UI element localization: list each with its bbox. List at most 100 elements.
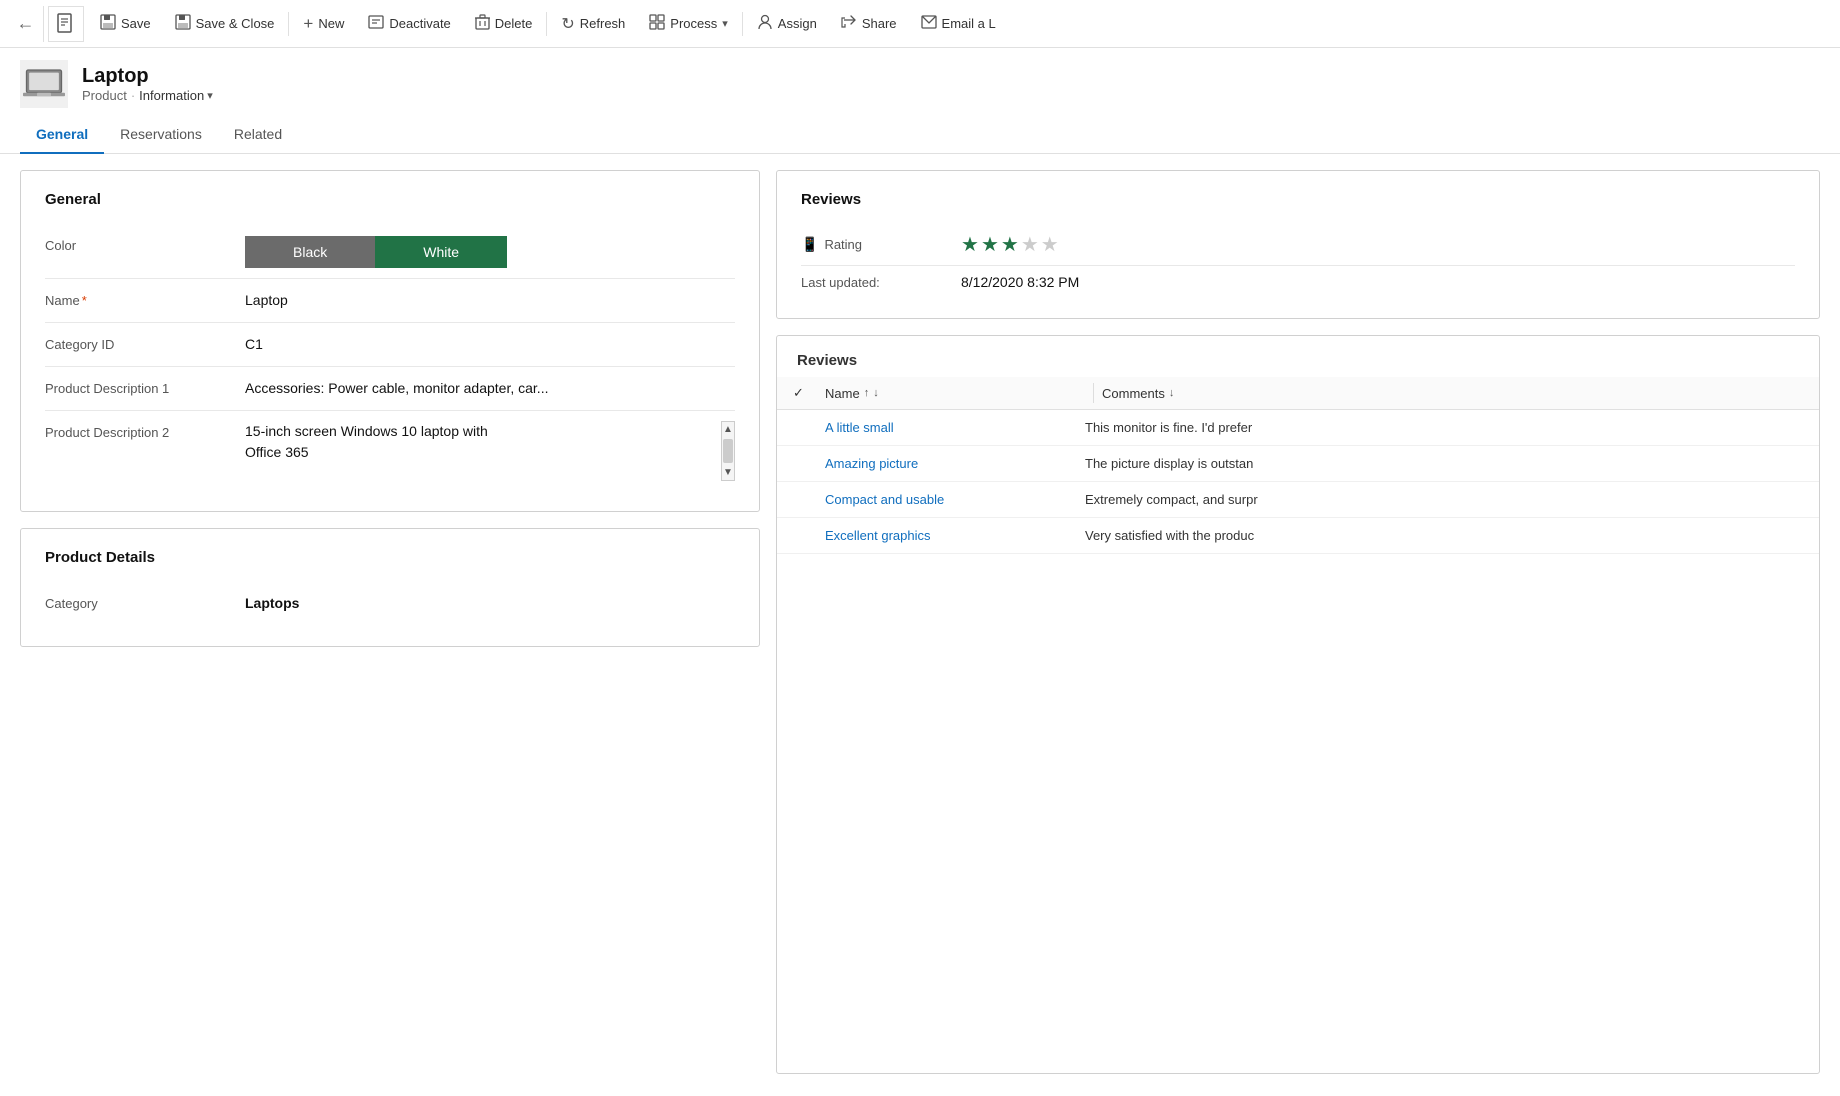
record-title-block: Laptop Product · Information ▾ <box>82 65 213 103</box>
row-name-4[interactable]: Excellent graphics <box>825 528 1085 543</box>
breadcrumb-view-dropdown[interactable]: Information ▾ <box>139 88 213 103</box>
product-desc2-field-row: Product Description 2 15-inch screen Win… <box>45 411 735 491</box>
assign-button[interactable]: Assign <box>745 8 829 40</box>
col-separator <box>1093 383 1094 403</box>
row-name-3[interactable]: Compact and usable <box>825 492 1085 507</box>
tab-related[interactable]: Related <box>218 116 298 154</box>
tab-general[interactable]: General <box>20 116 104 154</box>
email-button[interactable]: Email a L <box>909 9 1008 39</box>
table-row[interactable]: A little small This monitor is fine. I'd… <box>777 410 1819 446</box>
deactivate-icon <box>368 14 384 34</box>
save-close-button[interactable]: Save & Close <box>163 8 287 40</box>
reviews-table-card: Reviews ✓ Name ↑ ↓ Comments ↓ <box>776 335 1820 1074</box>
table-row[interactable]: Compact and usable Extremely compact, an… <box>777 482 1819 518</box>
toolbar-sep-1 <box>288 12 289 36</box>
refresh-button[interactable]: ↻ Refresh <box>549 8 637 40</box>
col-check-header[interactable]: ✓ <box>793 385 825 401</box>
save-close-label: Save & Close <box>196 16 275 31</box>
category-id-value[interactable]: C1 <box>245 333 735 355</box>
rating-label-text: Rating <box>824 237 862 252</box>
reviews-summary-card: Reviews 📱 Rating ★ ★ ★ ★ ★ <box>776 170 1820 319</box>
rating-stars: ★ ★ ★ ★ ★ <box>961 232 1795 257</box>
star-1: ★ <box>961 232 979 257</box>
color-black-button[interactable]: Black <box>245 236 375 268</box>
deactivate-label: Deactivate <box>389 16 450 31</box>
process-button[interactable]: Process ▾ <box>637 8 740 40</box>
back-button[interactable]: ← <box>8 6 44 42</box>
save-icon <box>100 14 116 34</box>
deactivate-button[interactable]: Deactivate <box>356 8 462 40</box>
row-name-1[interactable]: A little small <box>825 420 1085 435</box>
last-updated-value: 8/12/2020 8:32 PM <box>961 274 1079 290</box>
product-desc1-label: Product Description 1 <box>45 377 245 396</box>
refresh-icon: ↻ <box>561 14 574 34</box>
row-comment-1: This monitor is fine. I'd prefer <box>1085 420 1803 435</box>
rating-label: 📱 Rating <box>801 236 961 253</box>
category-field-row: Category Laptops <box>45 582 735 626</box>
tabs: General Reservations Related <box>0 116 1840 154</box>
toolbar-sep-3 <box>742 12 743 36</box>
checkmark-icon: ✓ <box>793 385 804 400</box>
process-label: Process <box>670 16 717 31</box>
row-comment-4: Very satisfied with the produc <box>1085 528 1803 543</box>
process-chevron[interactable]: ▾ <box>722 17 728 30</box>
reviews-table-title: Reviews <box>777 336 1819 377</box>
doc-icon[interactable] <box>48 6 84 42</box>
toolbar-sep-2 <box>546 12 547 36</box>
assign-icon <box>757 14 773 34</box>
process-icon <box>649 14 665 34</box>
refresh-label: Refresh <box>580 16 626 31</box>
col-comments-header: Comments ↓ <box>1102 386 1803 401</box>
reviews-table-col-headers: ✓ Name ↑ ↓ Comments ↓ <box>777 377 1819 410</box>
assign-label: Assign <box>778 16 817 31</box>
table-row[interactable]: Amazing picture The picture display is o… <box>777 446 1819 482</box>
share-icon <box>841 14 857 34</box>
product-details-section: Product Details Category Laptops <box>20 528 760 647</box>
new-label: New <box>318 16 344 31</box>
col-name-header: Name ↑ ↓ <box>825 386 1085 401</box>
record-title: Laptop <box>82 65 213 88</box>
share-label: Share <box>862 16 897 31</box>
category-id-label: Category ID <box>45 333 245 352</box>
row-comment-2: The picture display is outstan <box>1085 456 1803 471</box>
scroll-bar[interactable]: ▲ ▼ <box>721 421 735 481</box>
tab-reservations[interactable]: Reservations <box>104 116 218 154</box>
record-type-icon <box>20 60 68 108</box>
color-field-row: Color Black White <box>45 224 735 279</box>
new-button[interactable]: + New <box>291 8 356 40</box>
rating-row: 📱 Rating ★ ★ ★ ★ ★ <box>801 224 1795 266</box>
rating-icon: 📱 <box>801 236 818 253</box>
delete-button[interactable]: Delete <box>463 8 545 40</box>
save-button[interactable]: Save <box>88 8 163 40</box>
last-updated-label: Last updated: <box>801 275 961 290</box>
col-comments-sort[interactable]: ↓ <box>1169 387 1175 399</box>
product-details-title: Product Details <box>45 549 735 566</box>
delete-label: Delete <box>495 16 533 31</box>
col-comments-label: Comments <box>1102 386 1165 401</box>
col-name-label: Name <box>825 386 860 401</box>
name-value[interactable]: Laptop <box>245 289 735 311</box>
stars-container: ★ ★ ★ ★ ★ <box>961 232 1795 257</box>
table-row[interactable]: Excellent graphics Very satisfied with t… <box>777 518 1819 554</box>
product-desc2-wrapper: 15-inch screen Windows 10 laptop withOff… <box>245 421 735 481</box>
product-desc2-value[interactable]: 15-inch screen Windows 10 laptop withOff… <box>245 421 721 463</box>
col-name-sort-desc[interactable]: ↓ <box>873 387 879 399</box>
name-label: Name* <box>45 289 245 308</box>
category-field-value[interactable]: Laptops <box>245 592 735 614</box>
col-name-sort-asc[interactable]: ↑ <box>864 387 870 399</box>
general-section: General Color Black White Name* Laptop <box>20 170 760 512</box>
last-updated-row: Last updated: 8/12/2020 8:32 PM <box>801 266 1795 298</box>
general-section-title: General <box>45 191 735 208</box>
main-content: General Color Black White Name* Laptop <box>0 154 1840 1090</box>
right-column: Reviews 📱 Rating ★ ★ ★ ★ ★ <box>776 170 1820 1074</box>
product-desc1-value[interactable]: Accessories: Power cable, monitor adapte… <box>245 377 735 399</box>
email-icon <box>921 15 937 33</box>
share-button[interactable]: Share <box>829 8 909 40</box>
row-comment-3: Extremely compact, and surpr <box>1085 492 1803 507</box>
email-label: Email a L <box>942 16 996 31</box>
scroll-down-arrow[interactable]: ▼ <box>721 465 735 480</box>
row-name-2[interactable]: Amazing picture <box>825 456 1085 471</box>
breadcrumb-entity: Product <box>82 88 127 103</box>
scroll-up-arrow[interactable]: ▲ <box>721 422 735 437</box>
color-white-button[interactable]: White <box>375 236 507 268</box>
